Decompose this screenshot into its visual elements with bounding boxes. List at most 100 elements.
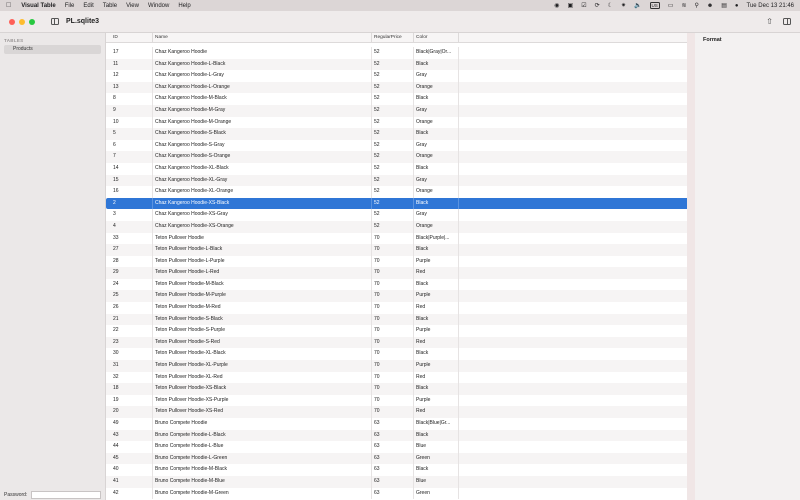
cell-regular-price[interactable]: 70 (372, 406, 414, 418)
table-row[interactable]: 13 Chaz Kangeroo Hoodie-L-Orange 52 Orange (106, 81, 687, 94)
siri-icon[interactable]: ● (735, 3, 739, 9)
cell-regular-price[interactable]: 52 (372, 209, 414, 221)
table-row[interactable]: 3 Chaz Kangeroo Hoodie-XS-Gray 52 Gray (106, 209, 687, 221)
table-row[interactable]: 45 Bruno Compete Hoodie-L-Green 63 Green (106, 452, 687, 465)
cell-color[interactable]: Blue (414, 475, 459, 488)
table-row[interactable]: 25 Teton Pullover Hoodie-M-Purple 70 Purple (106, 290, 687, 303)
cell-name[interactable]: Chaz Kangeroo Hoodie-M-Black (153, 93, 372, 105)
cell-id[interactable]: 44 (111, 441, 153, 453)
cell-regular-price[interactable]: 70 (372, 360, 414, 372)
cell-id[interactable]: 28 (111, 255, 153, 268)
cell-color[interactable]: Black (414, 278, 459, 291)
cell-color[interactable]: Gray (414, 209, 459, 221)
table-row[interactable]: 9 Chaz Kangeroo Hoodie-M-Gray 52 Gray (106, 104, 687, 117)
table-row[interactable]: 27 Teton Pullover Hoodie-L-Black 70 Black (106, 244, 687, 256)
cell-color[interactable]: Black (414, 162, 459, 175)
cell-color[interactable]: Orange (414, 116, 459, 129)
cell-color[interactable]: Black (414, 244, 459, 256)
sidebar-item-products[interactable]: Products (4, 45, 101, 54)
cell-color[interactable]: Green (414, 452, 459, 465)
cell-color[interactable]: Black (414, 128, 459, 140)
table-row[interactable]: 15 Chaz Kangeroo Hoodie-XL-Gray 52 Gray (106, 174, 687, 187)
table-row[interactable]: 42 Bruno Compete Hoodie-M-Green 63 Green (106, 487, 687, 500)
table-row[interactable]: 16 Chaz Kangeroo Hoodie-XL-Orange 52 Orange (106, 186, 687, 198)
table-row[interactable]: 11 Chaz Kangeroo Hoodie-L-Black 52 Black (106, 58, 687, 71)
table-row[interactable]: 31 Teton Pullover Hoodie-XL-Purple 70 Purpl… (106, 360, 687, 372)
cell-regular-price[interactable]: 70 (372, 302, 414, 314)
cell-name[interactable]: Teton Pullover Hoodie-M-Red (153, 302, 372, 314)
wifi-icon[interactable]: ≋ (681, 2, 686, 9)
cell-id[interactable]: 12 (111, 70, 153, 82)
cell-color[interactable]: Purple (414, 394, 459, 407)
cell-regular-price[interactable]: 52 (372, 58, 414, 71)
battery-icon[interactable]: ▭ (668, 2, 674, 9)
cell-regular-price[interactable]: 70 (372, 267, 414, 279)
cell-color[interactable]: Red (414, 336, 459, 349)
cell-regular-price[interactable]: 52 (372, 162, 414, 175)
cell-regular-price[interactable]: 52 (372, 139, 414, 152)
cell-name[interactable]: Bruno Compete Hoodie-L-Green (153, 452, 372, 465)
cell-color[interactable]: Gray (414, 174, 459, 187)
cell-regular-price[interactable]: 70 (372, 348, 414, 361)
cell-regular-price[interactable]: 70 (372, 383, 414, 395)
table-row[interactable]: 44 Bruno Compete Hoodie-L-Blue 63 Blue (106, 441, 687, 453)
cell-id[interactable]: 14 (111, 162, 153, 175)
menu-table[interactable]: Table (103, 3, 117, 9)
menu-extra-icon[interactable]: ▣ (568, 2, 574, 9)
menu-edit[interactable]: Edit (83, 3, 93, 9)
table-row[interactable]: 23 Teton Pullover Hoodie-S-Red 70 Red (106, 336, 687, 349)
cell-id[interactable]: 32 (111, 371, 153, 384)
cell-color[interactable]: Purple (414, 325, 459, 337)
column-header-regular-price[interactable]: RegularPrice (372, 33, 414, 43)
cell-name[interactable]: Bruno Compete Hoodie-L-Black (153, 429, 372, 442)
menu-view[interactable]: View (126, 3, 139, 9)
cell-name[interactable]: Bruno Compete Hoodie-M-Green (153, 487, 372, 500)
cell-name[interactable]: Chaz Kangeroo Hoodie-XS-Orange (153, 220, 372, 233)
cell-id[interactable]: 19 (111, 394, 153, 407)
cell-color[interactable]: Gray (414, 139, 459, 152)
cell-id[interactable]: 27 (111, 244, 153, 256)
cell-name[interactable]: Chaz Kangeroo Hoodie-XS-Black (153, 197, 372, 210)
cell-id[interactable]: 21 (111, 313, 153, 326)
cell-id[interactable]: 3 (111, 209, 153, 221)
cell-regular-price[interactable]: 52 (372, 220, 414, 233)
cell-name[interactable]: Teton Pullover Hoodie-M-Purple (153, 290, 372, 303)
cell-id[interactable]: 29 (111, 267, 153, 279)
cell-id[interactable]: 30 (111, 348, 153, 361)
cell-id[interactable]: 4 (111, 220, 153, 233)
cell-name[interactable]: Bruno Compete Hoodie-M-Blue (153, 475, 372, 488)
clock-text[interactable]: Tue Dec 13 21:46 (747, 3, 794, 9)
cell-name[interactable]: Teton Pullover Hoodie (153, 232, 372, 245)
cell-regular-price[interactable]: 70 (372, 313, 414, 326)
password-input[interactable] (31, 491, 102, 499)
table-row[interactable]: 7 Chaz Kangeroo Hoodie-S-Orange 52 Orange (106, 151, 687, 163)
menu-help[interactable]: Help (178, 3, 190, 9)
cell-id[interactable]: 26 (111, 302, 153, 314)
cell-regular-price[interactable]: 52 (372, 128, 414, 140)
table-row[interactable]: 24 Teton Pullover Hoodie-M-Black 70 Black (106, 278, 687, 291)
cell-regular-price[interactable]: 63 (372, 429, 414, 442)
cell-id[interactable]: 9 (111, 104, 153, 117)
cell-id[interactable]: 18 (111, 383, 153, 395)
cell-id[interactable]: 13 (111, 81, 153, 94)
cell-name[interactable]: Chaz Kangeroo Hoodie-XL-Gray (153, 174, 372, 187)
cell-regular-price[interactable]: 52 (372, 47, 414, 59)
cell-name[interactable]: Teton Pullover Hoodie-XS-Black (153, 383, 372, 395)
cell-color[interactable]: Red (414, 267, 459, 279)
cell-id[interactable]: 42 (111, 487, 153, 500)
cell-color[interactable]: Black (414, 93, 459, 105)
keyboard-layout-badge[interactable]: US (649, 2, 660, 9)
cell-id[interactable]: 6 (111, 139, 153, 152)
cell-name[interactable]: Bruno Compete Hoodie-M-Black (153, 464, 372, 476)
maximize-window-button[interactable] (29, 18, 35, 25)
column-header-id[interactable]: ID (111, 33, 153, 43)
cell-regular-price[interactable]: 63 (372, 475, 414, 488)
table-row[interactable]: 43 Bruno Compete Hoodie-L-Black 63 Black (106, 429, 687, 442)
table-row[interactable]: 21 Teton Pullover Hoodie-S-Black 70 Black (106, 313, 687, 326)
cell-color[interactable]: Black|Purple|... (414, 232, 459, 245)
cell-name[interactable]: Teton Pullover Hoodie-XL-Red (153, 371, 372, 384)
stats-icon[interactable]: ◉ (554, 2, 559, 9)
cell-color[interactable]: Black (414, 429, 459, 442)
cell-color[interactable]: Orange (414, 220, 459, 233)
cell-color[interactable]: Red (414, 302, 459, 314)
